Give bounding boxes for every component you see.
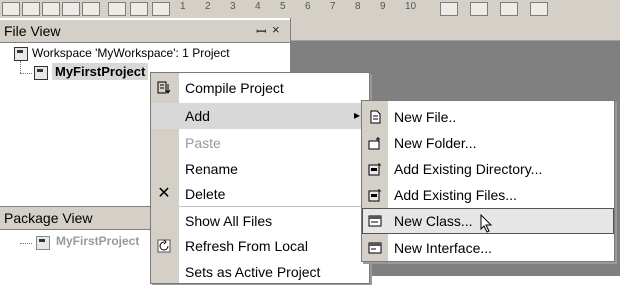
toolbar-button[interactable]: [42, 2, 60, 16]
submenu-item-add-existing-directory[interactable]: Add Existing Directory...: [362, 156, 614, 182]
menu-item-label: Show All Files: [185, 213, 273, 229]
tree-connector: [20, 73, 32, 74]
toolbar-button[interactable]: [62, 2, 80, 16]
compile-icon: [157, 81, 171, 95]
submenu-item-new-class[interactable]: New Class...: [362, 208, 614, 234]
workspace-label[interactable]: Workspace 'MyWorkspace': 1 Project: [32, 46, 230, 60]
menu-item-label: New Class...: [394, 213, 473, 229]
menu-item-set-active-project[interactable]: Sets as Active Project: [151, 259, 369, 285]
menu-item-paste: Paste: [151, 130, 369, 156]
menu-item-label: Add Existing Files...: [394, 187, 517, 203]
submenu-item-add-existing-files[interactable]: Add Existing Files...: [362, 182, 614, 208]
menu-item-compile-project[interactable]: Compile Project: [151, 75, 369, 101]
project-label[interactable]: MyFirstProject: [52, 63, 149, 80]
toolbar-number[interactable]: 10: [405, 1, 416, 12]
menu-item-label: Sets as Active Project: [185, 264, 321, 280]
toolbar-number[interactable]: 9: [380, 1, 386, 12]
menu-item-label: Paste: [185, 135, 221, 151]
add-directory-icon: [368, 162, 382, 176]
menu-item-label: New Interface...: [394, 240, 493, 256]
toolbar-button[interactable]: [530, 2, 548, 16]
toolbar-button[interactable]: [82, 2, 100, 16]
package-view-title: Package View: [4, 210, 93, 226]
toolbar-number[interactable]: 4: [255, 1, 261, 12]
toolbar-button[interactable]: [470, 2, 488, 16]
toolbar-number[interactable]: 3: [230, 1, 236, 12]
toolbar-button[interactable]: [22, 2, 40, 16]
delete-icon: ✕: [157, 185, 171, 202]
submenu-item-new-folder[interactable]: New Folder...: [362, 130, 614, 156]
add-files-icon: [368, 188, 382, 202]
menu-item-add[interactable]: Add ▸: [151, 103, 369, 129]
menu-item-refresh-from-local[interactable]: Refresh From Local: [151, 233, 369, 259]
toolbar-button[interactable]: [130, 2, 148, 16]
menu-item-label: Add: [185, 108, 210, 124]
menu-item-delete[interactable]: ✕ Delete: [151, 181, 369, 207]
toolbar-number[interactable]: 5: [280, 1, 286, 12]
file-view-title-bar: File View ꟷ ×: [0, 20, 290, 43]
menu-item-label: New File..: [394, 109, 457, 125]
add-submenu: New File.. New Folder... Add Existing Di…: [361, 100, 615, 262]
close-icon[interactable]: ×: [272, 22, 280, 37]
toolbar-button[interactable]: [108, 2, 126, 16]
menu-item-label: Add Existing Directory...: [394, 161, 543, 177]
menu-item-label: New Folder...: [394, 135, 477, 151]
editor-tab-strip: [290, 18, 620, 41]
main-toolbar: 1 2 3 4 5 6 7 8 9 10: [0, 0, 620, 19]
menu-item-show-all-files[interactable]: Show All Files: [151, 208, 369, 234]
submenu-item-new-file[interactable]: New File..: [362, 104, 614, 130]
mouse-cursor-icon: [480, 213, 494, 237]
submenu-item-new-interface[interactable]: New Interface...: [362, 235, 614, 261]
project-icon: [36, 236, 50, 250]
file-view-title: File View: [4, 23, 61, 39]
package-project-label[interactable]: MyFirstProject: [56, 234, 139, 248]
tree-connector: [20, 243, 32, 244]
toolbar-number[interactable]: 7: [330, 1, 336, 12]
toolbar-button[interactable]: [152, 2, 170, 16]
toolbar-number[interactable]: 6: [305, 1, 311, 12]
menu-item-label: Compile Project: [185, 80, 284, 96]
toolbar-number[interactable]: 2: [205, 1, 211, 12]
new-file-icon: [368, 110, 382, 124]
toolbar-button[interactable]: [440, 2, 458, 16]
menu-item-label: Refresh From Local: [185, 238, 308, 254]
toolbar-number[interactable]: 8: [355, 1, 361, 12]
tree-connector: [20, 61, 21, 73]
toolbar-button[interactable]: [2, 2, 20, 16]
refresh-icon: [157, 239, 171, 253]
new-interface-icon: [368, 241, 382, 255]
workspace-icon: [14, 47, 28, 61]
toolbar-button[interactable]: [500, 2, 518, 16]
menu-item-rename[interactable]: Rename: [151, 156, 369, 182]
new-folder-icon: [368, 136, 382, 150]
new-class-icon: [368, 214, 382, 228]
menu-item-label: Delete: [185, 186, 226, 202]
toolbar-number[interactable]: 1: [180, 1, 186, 12]
menu-separator: [179, 206, 369, 207]
submenu-arrow-icon: ▸: [354, 108, 361, 122]
context-menu: Compile Project Add ▸ Paste Rename ✕ Del…: [150, 72, 370, 284]
pin-icon[interactable]: ꟷ: [256, 22, 267, 40]
menu-item-label: Rename: [185, 161, 238, 177]
project-icon: [34, 66, 48, 80]
